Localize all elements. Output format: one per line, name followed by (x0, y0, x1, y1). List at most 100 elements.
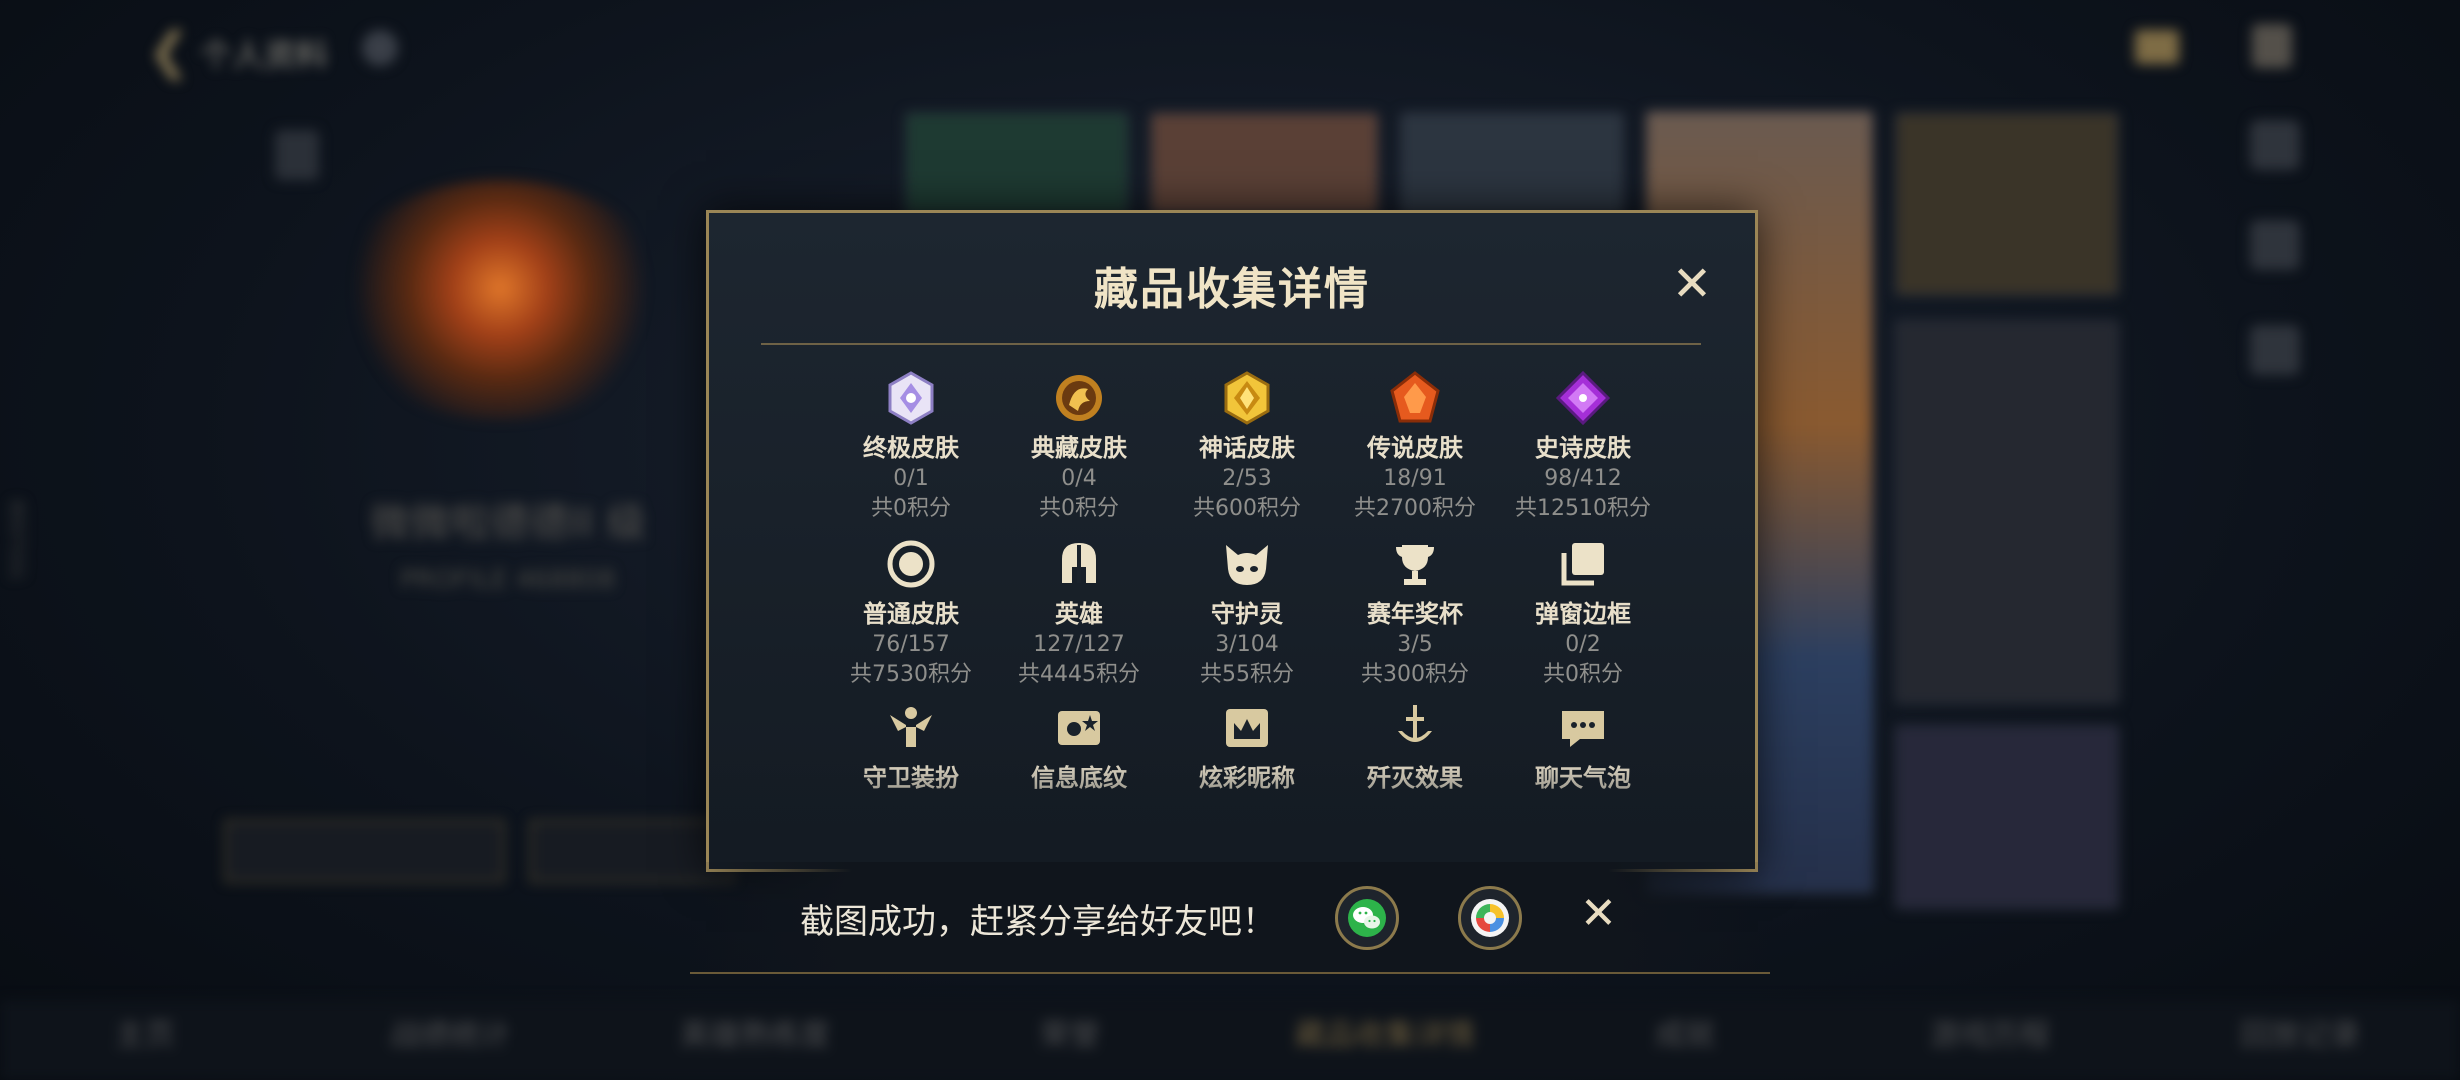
skin-card[interactable] (1895, 112, 2119, 296)
item-name: 歼灭效果 (1367, 764, 1463, 792)
bottom-tab[interactable]: 主页 (115, 1010, 175, 1054)
item-count: 127/127 (1033, 632, 1125, 657)
item-points: 共0积分 (1543, 662, 1623, 687)
item-points: 共300积分 (1361, 662, 1469, 687)
item-name: 信息底纹 (1031, 764, 1127, 792)
dragon-emblem-icon (1049, 368, 1109, 428)
bottom-tab[interactable]: 战绩统计 (390, 1010, 510, 1054)
info-card-icon (1049, 698, 1109, 758)
item-count: 98/412 (1544, 466, 1622, 491)
toast-message: 截图成功，赶紧分享给好友吧！ (800, 902, 1276, 942)
item-name: 神话皮肤 (1199, 434, 1295, 462)
item-count: 2/53 (1222, 466, 1272, 491)
title-divider (761, 343, 1701, 345)
bottom-tab[interactable]: 荣誉 (1040, 1010, 1100, 1054)
bottom-tab[interactable]: 成就 (1655, 1010, 1715, 1054)
collection-item-treasure[interactable]: 典藏皮肤 0/4 共0积分 (995, 368, 1163, 524)
item-name: 守护灵 (1211, 600, 1283, 628)
player-subtitle: PROFILE 468808 (400, 565, 616, 595)
crown-card-icon (1217, 698, 1277, 758)
item-points: 共4445积分 (1018, 662, 1140, 687)
item-name: 守卫装扮 (863, 764, 959, 792)
item-name: 传说皮肤 (1367, 434, 1463, 462)
modal-close-button[interactable]: ✕ (1667, 259, 1717, 309)
item-name: 终极皮肤 (863, 434, 959, 462)
skin-card[interactable] (1895, 725, 2119, 909)
toast-close-button[interactable]: ✕ (1580, 888, 1617, 939)
item-count: 3/5 (1397, 632, 1433, 657)
collection-item-ultimate[interactable]: 终极皮肤 0/1 共0积分 (827, 368, 995, 524)
cat-spirit-icon (1217, 534, 1277, 594)
item-points: 共2700积分 (1354, 496, 1476, 521)
profile-action-button[interactable] (225, 820, 504, 882)
avatar-emblem (330, 180, 670, 420)
sword-icon (1385, 698, 1445, 758)
skin-card[interactable] (905, 112, 1129, 216)
back-chevron-icon[interactable]: ❮ (148, 22, 190, 80)
ultimate-gem-icon (881, 368, 941, 428)
mail-icon[interactable] (2135, 30, 2179, 64)
version-tag: 8557151 (6, 500, 27, 581)
collection-item-infocard[interactable]: 信息底纹 (995, 698, 1163, 794)
skin-card[interactable] (1150, 112, 1379, 216)
moments-icon (1471, 899, 1509, 937)
item-name: 弹窗边框 (1535, 600, 1631, 628)
item-points: 共55积分 (1200, 662, 1294, 687)
item-points: 共0积分 (1039, 496, 1119, 521)
skin-card[interactable] (1400, 112, 1624, 216)
collection-item-trophy[interactable]: 赛年奖杯 3/5 共300积分 (1331, 534, 1499, 690)
purple-gem-icon (1553, 368, 1613, 428)
collection-detail-modal: 藏品收集详情 ✕ 终极皮肤 0/1 共0积分 典藏皮肤 0/4 共0积分 神话皮… (706, 210, 1758, 872)
collection-item-spirit[interactable]: 守护灵 3/104 共55积分 (1163, 534, 1331, 690)
item-name: 赛年奖杯 (1367, 600, 1463, 628)
collection-item-frame[interactable]: 弹窗边框 0/2 共0积分 (1499, 534, 1667, 690)
item-points: 共12510积分 (1515, 496, 1651, 521)
collection-item-mythic[interactable]: 神话皮肤 2/53 共600积分 (1163, 368, 1331, 524)
item-points: 共600积分 (1193, 496, 1301, 521)
item-count: 0/1 (893, 466, 929, 491)
gold-gem-icon (1217, 368, 1277, 428)
collection-item-nickname[interactable]: 炫彩昵称 (1163, 698, 1331, 794)
item-count: 0/2 (1565, 632, 1601, 657)
item-count: 76/157 (872, 632, 950, 657)
collection-item-hero[interactable]: 英雄 127/127 共4445积分 (995, 534, 1163, 690)
item-points: 共7530积分 (850, 662, 972, 687)
side-tool-icon[interactable] (2250, 120, 2300, 170)
ring-icon (881, 534, 941, 594)
bottom-nav (0, 1000, 2460, 1080)
rank-badge[interactable] (275, 130, 319, 180)
item-count: 3/104 (1215, 632, 1279, 657)
collection-item-legend[interactable]: 传说皮肤 18/91 共2700积分 (1331, 368, 1499, 524)
side-tool-icon[interactable] (2250, 325, 2300, 375)
bottom-tab-active[interactable]: 藏品收集详情 (1295, 1010, 1475, 1054)
wechat-share-button[interactable] (1335, 886, 1399, 950)
wechat-icon (1348, 899, 1386, 937)
item-name: 炫彩昵称 (1199, 764, 1295, 792)
player-name: 微微啦德德II 级 (370, 500, 647, 546)
bottom-tab[interactable]: 回放记录 (2240, 1010, 2360, 1054)
moments-share-button[interactable] (1458, 886, 1522, 950)
chat-bubble-icon (1553, 698, 1613, 758)
bottom-tab[interactable]: 游戏历程 (1930, 1010, 2050, 1054)
modal-title: 藏品收集详情 (1094, 264, 1370, 315)
collection-item-normal[interactable]: 普通皮肤 76/157 共7530积分 (827, 534, 995, 690)
item-name: 普通皮肤 (863, 600, 959, 628)
gear-icon[interactable] (362, 30, 398, 66)
collection-item-guard[interactable]: 守卫装扮 (827, 698, 995, 794)
collection-item-kill[interactable]: 歼灭效果 (1331, 698, 1499, 794)
skin-card[interactable] (1895, 320, 2119, 704)
item-name: 史诗皮肤 (1535, 434, 1631, 462)
collection-item-bubble[interactable]: 聊天气泡 (1499, 698, 1667, 794)
bottom-tab[interactable]: 英雄熟练度 (680, 1010, 830, 1054)
friends-icon[interactable] (2252, 24, 2292, 68)
side-tool-icon[interactable] (2250, 220, 2300, 270)
item-count: 0/4 (1061, 466, 1097, 491)
top-bar: ❮ 个人资料 (0, 0, 2460, 100)
helmet-icon (1049, 534, 1109, 594)
item-name: 聊天气泡 (1535, 764, 1631, 792)
share-toast: 截图成功，赶紧分享给好友吧！ ✕ (690, 862, 1770, 974)
item-name: 英雄 (1055, 600, 1103, 628)
item-points: 共0积分 (871, 496, 951, 521)
collection-item-epic[interactable]: 史诗皮肤 98/412 共12510积分 (1499, 368, 1667, 524)
item-name: 典藏皮肤 (1031, 434, 1127, 462)
